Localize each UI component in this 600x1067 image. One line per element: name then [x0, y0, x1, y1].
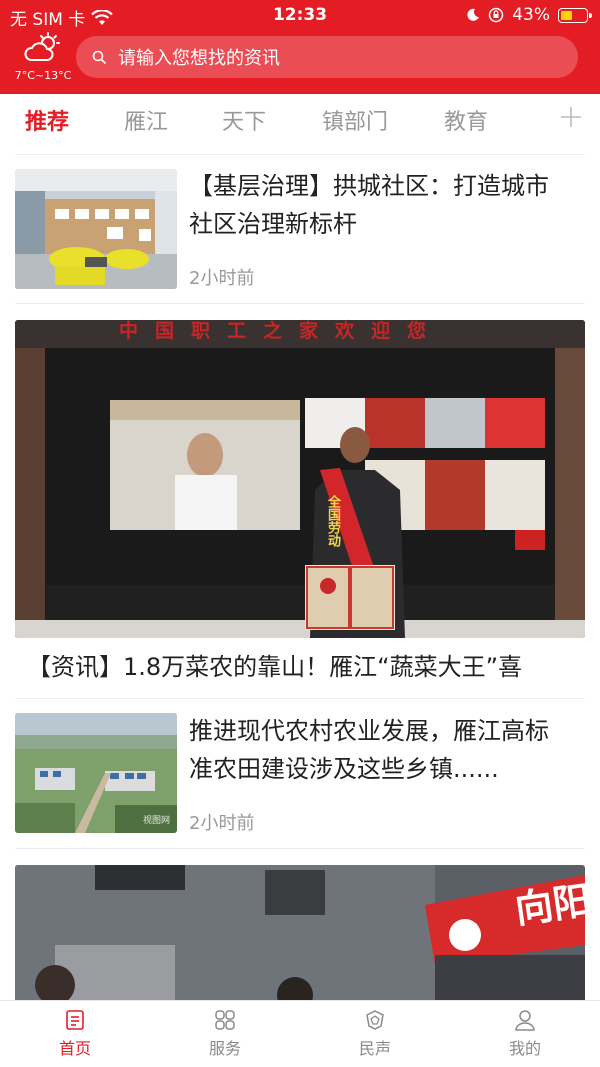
divider — [15, 698, 585, 699]
add-tab-icon[interactable] — [558, 104, 584, 130]
voice-icon — [366, 1010, 384, 1030]
home-icon — [66, 1010, 84, 1030]
grid-icon — [215, 1010, 235, 1030]
partly-cloudy-icon — [24, 32, 60, 61]
weather-widget[interactable]: 7°C~13°C — [10, 32, 76, 84]
tab-education[interactable]: 教育 — [444, 104, 488, 136]
nav-profile-label: 我的 — [508, 1039, 541, 1058]
category-tabs: 推荐 雁江 天下 镇部门 教育 — [0, 94, 600, 146]
search-icon — [92, 50, 106, 64]
news-image-2: 中国职工之家欢迎您 全国劳动 — [15, 320, 585, 638]
news-time-1: 2小时前 — [189, 268, 255, 289]
sash-text: 全国劳动 — [325, 495, 340, 547]
tab-town-departments[interactable]: 镇部门 — [322, 104, 388, 136]
search-input[interactable]: 请输入您想找的资讯 — [76, 36, 578, 78]
divider — [15, 848, 585, 849]
header-bar: 无 SIM 卡 12:33 43% 7°C~13°C 请输入您想找的资讯 — [0, 0, 600, 94]
nav-services[interactable]: 服务 — [175, 1007, 275, 1059]
moon-icon — [467, 8, 480, 21]
nav-services-label: 服务 — [208, 1039, 241, 1058]
rotation-lock-icon — [488, 7, 504, 23]
news-title-3: 推进现代农村农业发展，雁江高标准农田建设涉及这些乡镇...... — [189, 717, 549, 783]
divider — [15, 154, 585, 155]
sign-text: 向阳 — [512, 877, 585, 933]
news-title-2: 【资讯】1.8万菜农的靠山！雁江“蔬菜大王”喜 — [27, 653, 523, 681]
bottom-nav: 首页 服务 民声 我的 — [0, 1000, 600, 1067]
battery-icon — [558, 7, 592, 23]
nav-public-voice[interactable]: 民声 — [325, 1007, 425, 1059]
nav-profile[interactable]: 我的 — [475, 1007, 575, 1059]
tab-world[interactable]: 天下 — [222, 104, 266, 136]
image-watermark: 视图网 — [143, 816, 171, 826]
news-thumbnail-3: 视图网 — [15, 713, 177, 833]
battery-percent: 43% — [512, 5, 550, 25]
divider — [15, 303, 585, 304]
weather-temp: 7°C~13°C — [14, 69, 72, 82]
status-bar: 无 SIM 卡 12:33 43% — [0, 0, 600, 32]
news-image-4: 向阳 — [15, 865, 585, 1000]
nav-public-voice-label: 民声 — [358, 1039, 391, 1058]
tab-recommend[interactable]: 推荐 — [25, 104, 69, 136]
user-icon — [515, 1010, 535, 1031]
tab-yanjiang[interactable]: 雁江 — [124, 104, 168, 136]
news-time-3: 2小时前 — [189, 813, 255, 834]
news-title-1: 【基层治理】拱城社区：打造城市社区治理新标杆 — [189, 172, 549, 238]
news-thumbnail-1 — [15, 169, 177, 289]
nav-home[interactable]: 首页 — [25, 1007, 125, 1059]
banner-text: 中国职工之家欢迎您 — [119, 320, 444, 342]
nav-home-label: 首页 — [58, 1039, 91, 1058]
search-placeholder: 请输入您想找的资讯 — [118, 48, 280, 69]
